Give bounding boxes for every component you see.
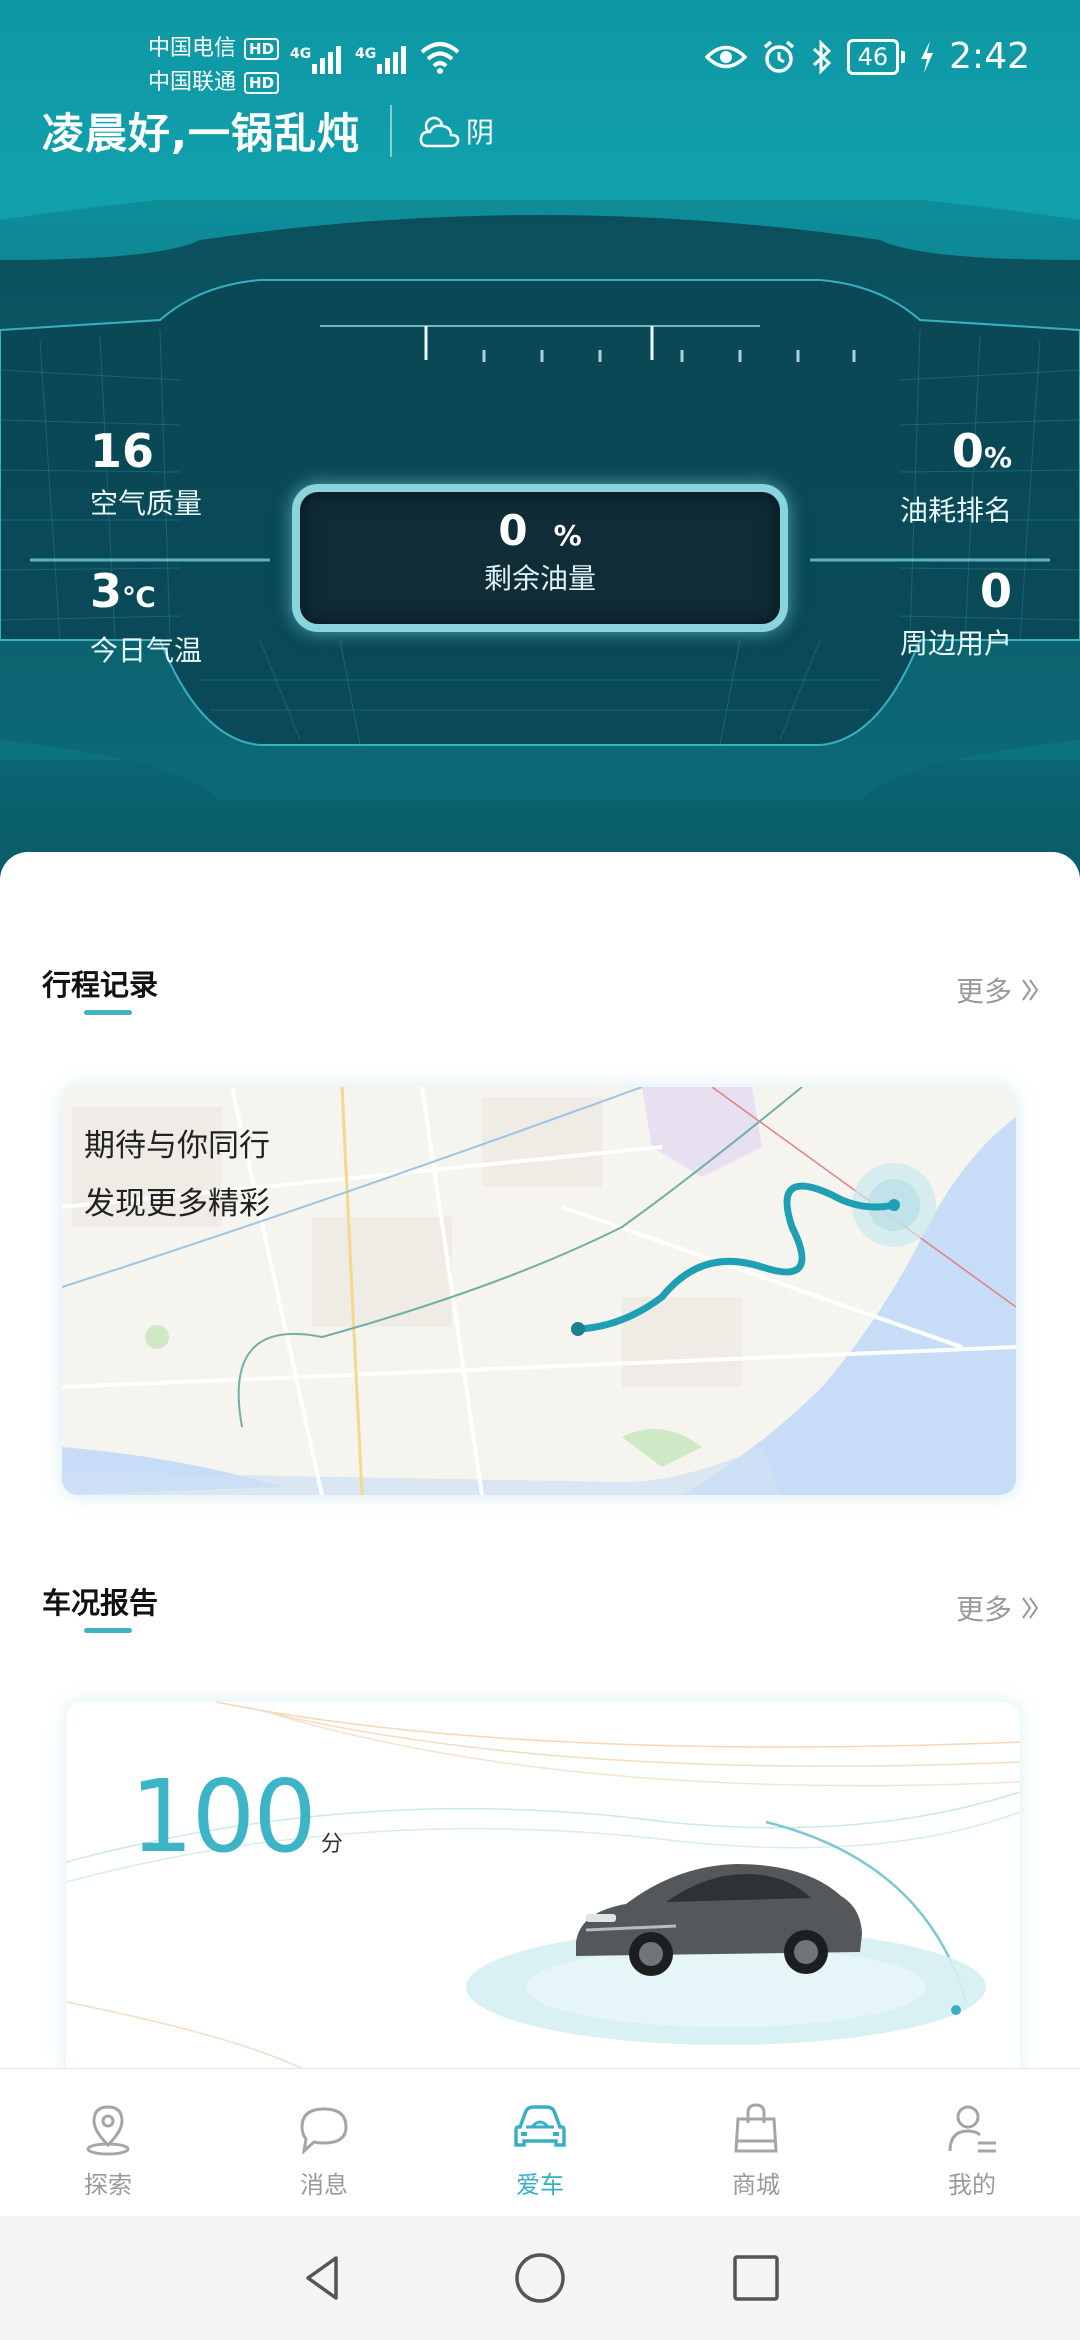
score-unit: 分: [320, 1832, 343, 1857]
tab-mall[interactable]: 商城: [648, 2069, 864, 2216]
eye-icon: [704, 45, 747, 68]
carrier-info: 中国电信 HD 中国联通 HD: [148, 32, 280, 100]
tab-profile[interactable]: 我的: [864, 2069, 1080, 2216]
greeting-row: 凌晨好,一锅乱炖 阴: [42, 100, 494, 161]
trip-more-link[interactable]: 更多: [956, 970, 1040, 1010]
divider: [389, 104, 392, 157]
hd-badge: HD: [244, 38, 280, 60]
fuel-value: 0: [498, 506, 528, 555]
nearby-users-label: 周边用户: [899, 627, 1012, 660]
chat-bubble-icon: [300, 2107, 348, 2155]
temperature-unit: ℃: [122, 581, 156, 614]
system-navigation-bar: [0, 2216, 1080, 2340]
vehicle-score: 100 分: [130, 1758, 343, 1875]
tab-messages-label: 消息: [300, 2171, 348, 2199]
temperature-stat: 3℃ 今日气温: [90, 564, 202, 669]
fuel-display: 0% 剩余油量: [292, 484, 788, 632]
signal-icon: 4G: [290, 46, 341, 74]
tab-my-car[interactable]: 爱车: [432, 2069, 648, 2216]
car-icon: [514, 2105, 566, 2147]
score-value: 100: [130, 1758, 317, 1875]
recents-icon[interactable]: [728, 2250, 784, 2306]
fuel-rank-label: 油耗排名: [899, 494, 1012, 527]
fuel-rank-stat: 0% 油耗排名: [900, 424, 1012, 529]
dashboard-header: 中国电信 HD 中国联通 HD 4G 4G 46 2:42 凌晨好,一锅乱炖 阴…: [0, 0, 1080, 900]
back-icon[interactable]: [296, 2250, 352, 2306]
bottom-tab-bar: 探索 消息 爱车 商城 我的: [0, 2068, 1080, 2216]
profile-icon: [948, 2105, 996, 2153]
charging-icon: [921, 40, 934, 73]
fuel-rank-unit: %: [983, 441, 1012, 474]
fuel-rank-value: 0: [951, 424, 984, 478]
greeting-text: 凌晨好,一锅乱炖: [42, 109, 360, 158]
temperature-value: 3: [90, 564, 123, 618]
trip-section-title: 行程记录: [42, 968, 159, 1002]
air-quality-stat: 16 空气质量: [90, 424, 202, 522]
status-bar: 中国电信 HD 中国联通 HD 4G 4G 46 2:42: [0, 0, 1080, 100]
double-chevron-right-icon: [1022, 979, 1039, 1001]
hd-badge: HD: [244, 72, 280, 94]
section-underline: [84, 1010, 132, 1015]
wifi-icon: [420, 42, 460, 74]
weather: 阴: [418, 111, 494, 151]
section-underline: [84, 1628, 132, 1633]
trip-placeholder-text: 期待与你同行 发现更多精彩: [84, 1128, 270, 1222]
tab-profile-label: 我的: [948, 2171, 996, 2199]
air-quality-label: 空气质量: [90, 487, 203, 520]
air-quality-value: 16: [90, 424, 155, 478]
carrier-1: 中国电信: [148, 36, 237, 61]
trip-map-card[interactable]: 期待与你同行 发现更多精彩: [62, 1087, 1016, 1495]
tab-explore-label: 探索: [84, 2171, 132, 2199]
carrier-2: 中国联通: [148, 70, 237, 95]
shopping-bag-icon: [734, 2103, 778, 2153]
weather-label: 阴: [465, 115, 494, 149]
tab-explore[interactable]: 探索: [0, 2069, 216, 2216]
tab-my-car-label: 爱车: [516, 2171, 564, 2199]
tab-messages[interactable]: 消息: [216, 2069, 432, 2216]
report-more-link[interactable]: 更多: [956, 1588, 1040, 1628]
tab-mall-label: 商城: [732, 2171, 780, 2199]
home-icon[interactable]: [512, 2250, 568, 2306]
status-right: 46 2:42: [704, 36, 1030, 77]
signal-indicators: 4G 4G: [290, 40, 460, 74]
nearby-users-stat: 0 周边用户: [900, 564, 1012, 662]
car-image: [576, 1864, 862, 1976]
cloudy-icon: [419, 116, 460, 147]
vehicle-report-card[interactable]: 100 分: [66, 1702, 1020, 2082]
alarm-icon: [763, 40, 794, 73]
battery-indicator: 46: [846, 38, 905, 75]
clock: 2:42: [949, 36, 1030, 77]
temperature-label: 今日气温: [90, 634, 203, 667]
report-section-title: 车况报告: [42, 1586, 159, 1620]
nearby-users-value: 0: [979, 564, 1012, 618]
signal-icon: 4G: [355, 46, 406, 74]
fuel-label: 剩余油量: [483, 562, 596, 595]
location-pin-icon: [86, 2105, 130, 2156]
fuel-unit: %: [553, 519, 582, 552]
double-chevron-right-icon: [1022, 1597, 1039, 1619]
bluetooth-icon: [812, 38, 831, 75]
